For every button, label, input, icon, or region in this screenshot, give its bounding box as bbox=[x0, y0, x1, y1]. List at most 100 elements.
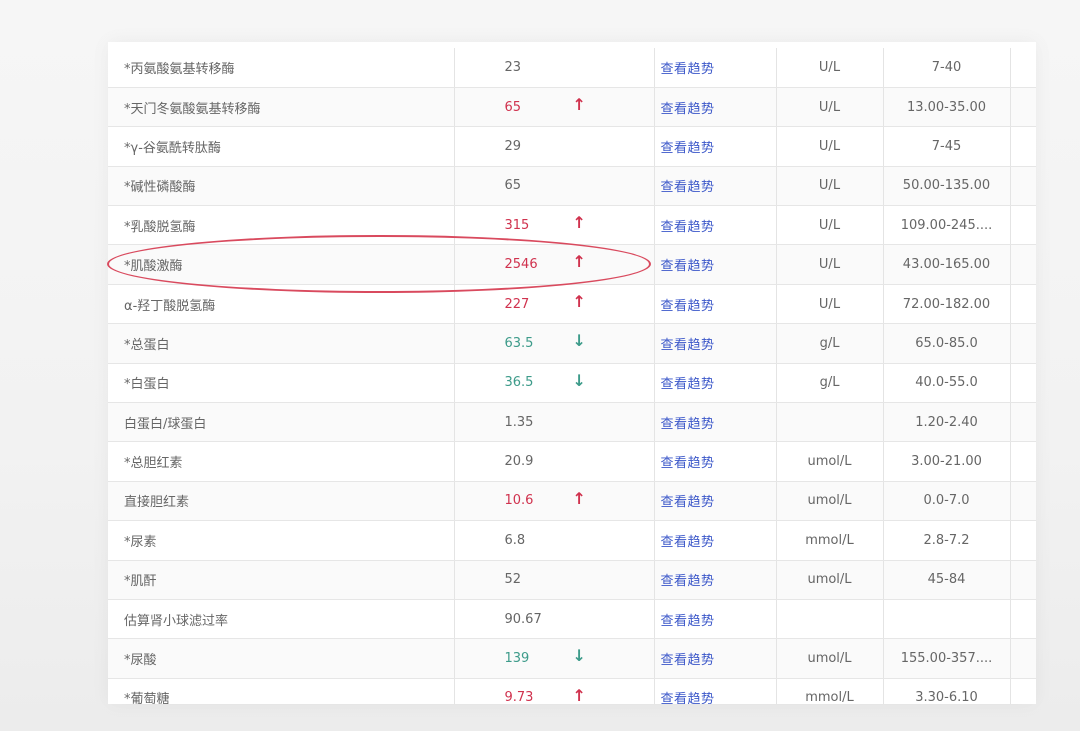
result-value: 36.5 bbox=[504, 375, 534, 391]
arrow-down-icon: ↓ bbox=[572, 646, 586, 666]
result-row: α-羟丁酸脱氢酶 227 ↑ 查看趋势 U/L 72.00-182.00 bbox=[108, 284, 1036, 325]
spacer-cell bbox=[1010, 402, 1036, 443]
view-trend-link[interactable]: 查看趋势 bbox=[661, 259, 715, 274]
spacer-cell bbox=[1010, 244, 1036, 285]
unit bbox=[776, 402, 884, 443]
result-row: *γ-谷氨酰转肽酶 29 查看趋势 U/L 7-45 bbox=[108, 126, 1036, 167]
test-name: *乳酸脱氢酶 bbox=[108, 205, 455, 246]
spacer-cell bbox=[1010, 678, 1036, 704]
result-cell: 20.9 bbox=[454, 441, 655, 482]
result-row: *尿酸 139 ↓ 查看趋势 umol/L 155.00-357.... bbox=[108, 638, 1036, 679]
spacer-cell bbox=[1010, 481, 1036, 522]
result-cell: 6.8 bbox=[454, 520, 655, 561]
result-cell: 52 bbox=[454, 560, 655, 600]
result-cell: 1.35 bbox=[454, 402, 655, 443]
result-cell: 65 ↑ bbox=[454, 87, 655, 128]
test-name: *丙氨酸氨基转移酶 bbox=[108, 48, 455, 88]
view-trend-link[interactable]: 查看趋势 bbox=[661, 495, 715, 510]
view-trend-link[interactable]: 查看趋势 bbox=[661, 62, 715, 77]
result-row: *总蛋白 63.5 ↓ 查看趋势 g/L 65.0-85.0 bbox=[108, 323, 1036, 364]
view-trend-link[interactable]: 查看趋势 bbox=[661, 220, 715, 235]
test-name: *肌酐 bbox=[108, 560, 455, 600]
view-trend-link[interactable]: 查看趋势 bbox=[661, 456, 715, 471]
view-trend-link[interactable]: 查看趋势 bbox=[661, 102, 715, 117]
view-trend-link[interactable]: 查看趋势 bbox=[661, 141, 715, 156]
result-value: 65 bbox=[504, 99, 522, 115]
result-row: *白蛋白 36.5 ↓ 查看趋势 g/L 40.0-55.0 bbox=[108, 363, 1036, 404]
unit: U/L bbox=[776, 244, 884, 285]
lab-results-table: *丙氨酸氨基转移酶 23 查看趋势 U/L 7-40 *天门冬氨酸氨基转移酶 65 ↑ 查看趋势… bbox=[108, 48, 1036, 704]
trend-cell: 查看趋势 bbox=[654, 284, 777, 325]
view-trend-link[interactable]: 查看趋势 bbox=[661, 338, 715, 353]
result-row: *肌酸激酶 2546 ↑ 查看趋势 U/L 43.00-165.00 bbox=[108, 244, 1036, 285]
reference-range: 2.8-7.2 bbox=[883, 520, 1011, 561]
view-trend-link[interactable]: 查看趋势 bbox=[661, 299, 715, 314]
view-trend-link[interactable]: 查看趋势 bbox=[661, 180, 715, 195]
trend-cell: 查看趋势 bbox=[654, 678, 777, 704]
result-cell: 315 ↑ bbox=[454, 205, 655, 246]
reference-range: 0.0-7.0 bbox=[883, 481, 1011, 522]
test-name: *肌酸激酶 bbox=[108, 244, 455, 285]
result-row: 估算肾小球滤过率 90.67 查看趋势 bbox=[108, 599, 1036, 640]
result-value: 90.67 bbox=[504, 611, 542, 627]
arrow-up-icon: ↑ bbox=[572, 94, 586, 114]
test-name: 估算肾小球滤过率 bbox=[108, 599, 455, 640]
reference-range: 7-45 bbox=[883, 126, 1011, 167]
view-trend-link[interactable]: 查看趋势 bbox=[661, 653, 715, 668]
trend-cell: 查看趋势 bbox=[654, 363, 777, 404]
trend-cell: 查看趋势 bbox=[654, 560, 777, 600]
result-row: *天门冬氨酸氨基转移酶 65 ↑ 查看趋势 U/L 13.00-35.00 bbox=[108, 87, 1036, 128]
spacer-cell bbox=[1010, 205, 1036, 246]
result-value: 227 bbox=[504, 296, 530, 312]
unit: U/L bbox=[776, 166, 884, 207]
result-value: 52 bbox=[504, 572, 522, 588]
arrow-down-icon: ↓ bbox=[572, 331, 586, 351]
reference-range: 3.00-21.00 bbox=[883, 441, 1011, 482]
result-cell: 65 bbox=[454, 166, 655, 207]
arrow-up-icon: ↑ bbox=[572, 252, 586, 272]
view-trend-link[interactable]: 查看趋势 bbox=[661, 574, 715, 589]
result-row: 直接胆红素 10.6 ↑ 查看趋势 umol/L 0.0-7.0 bbox=[108, 481, 1036, 522]
result-row: *尿素 6.8 查看趋势 mmol/L 2.8-7.2 bbox=[108, 520, 1036, 561]
reference-range: 50.00-135.00 bbox=[883, 166, 1011, 207]
arrow-up-icon: ↑ bbox=[572, 213, 586, 233]
reference-range: 43.00-165.00 bbox=[883, 244, 1011, 285]
result-value: 63.5 bbox=[504, 335, 534, 351]
result-value: 1.35 bbox=[504, 414, 534, 430]
trend-cell: 查看趋势 bbox=[654, 441, 777, 482]
reference-range: 1.20-2.40 bbox=[883, 402, 1011, 443]
result-value: 23 bbox=[504, 59, 522, 75]
spacer-cell bbox=[1010, 441, 1036, 482]
result-cell: 139 ↓ bbox=[454, 638, 655, 679]
spacer-cell bbox=[1010, 520, 1036, 561]
trend-cell: 查看趋势 bbox=[654, 166, 777, 207]
trend-cell: 查看趋势 bbox=[654, 244, 777, 285]
spacer-cell bbox=[1010, 284, 1036, 325]
unit: U/L bbox=[776, 87, 884, 128]
result-cell: 23 bbox=[454, 48, 655, 88]
spacer-cell bbox=[1010, 48, 1036, 88]
arrow-up-icon: ↑ bbox=[572, 488, 586, 508]
reference-range: 45-84 bbox=[883, 560, 1011, 600]
view-trend-link[interactable]: 查看趋势 bbox=[661, 377, 715, 392]
result-cell: 2546 ↑ bbox=[454, 244, 655, 285]
result-row: *葡萄糖 9.73 ↑ 查看趋势 mmol/L 3.30-6.10 bbox=[108, 678, 1036, 704]
test-name: *天门冬氨酸氨基转移酶 bbox=[108, 87, 455, 128]
spacer-cell bbox=[1010, 166, 1036, 207]
view-trend-link[interactable]: 查看趋势 bbox=[661, 614, 715, 629]
result-value: 9.73 bbox=[504, 690, 534, 704]
test-name: *白蛋白 bbox=[108, 363, 455, 404]
result-value: 20.9 bbox=[504, 454, 534, 470]
reference-range bbox=[883, 599, 1011, 640]
result-cell: 90.67 bbox=[454, 599, 655, 640]
trend-cell: 查看趋势 bbox=[654, 520, 777, 561]
view-trend-link[interactable]: 查看趋势 bbox=[661, 535, 715, 550]
result-row: *丙氨酸氨基转移酶 23 查看趋势 U/L 7-40 bbox=[108, 48, 1036, 88]
view-trend-link[interactable]: 查看趋势 bbox=[661, 692, 715, 704]
view-trend-link[interactable]: 查看趋势 bbox=[661, 417, 715, 432]
result-row: *总胆红素 20.9 查看趋势 umol/L 3.00-21.00 bbox=[108, 441, 1036, 482]
result-cell: 9.73 ↑ bbox=[454, 678, 655, 704]
reference-range: 7-40 bbox=[883, 48, 1011, 88]
result-row: *乳酸脱氢酶 315 ↑ 查看趋势 U/L 109.00-245.... bbox=[108, 205, 1036, 246]
test-name: *葡萄糖 bbox=[108, 678, 455, 704]
